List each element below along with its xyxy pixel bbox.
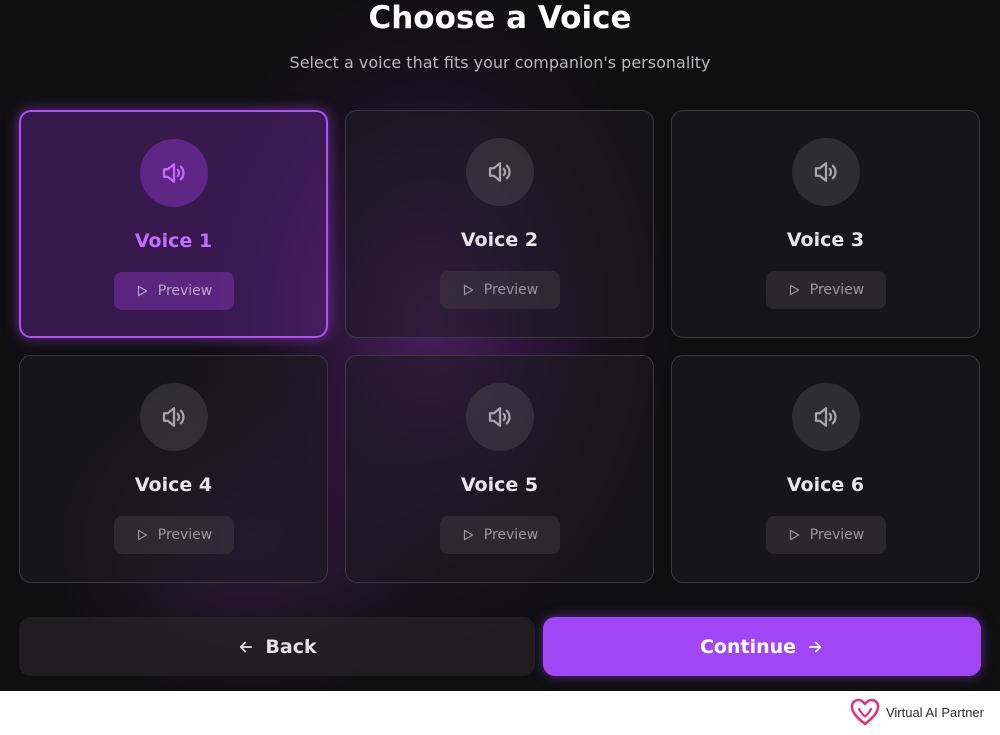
play-icon [463,284,473,296]
preview-label: Preview [157,527,213,543]
voice-card-2[interactable]: Voice 2 Preview [345,110,654,338]
preview-button[interactable]: Preview [113,516,234,554]
play-icon [137,529,147,541]
play-icon [789,284,799,296]
preview-button[interactable]: Preview [765,271,886,309]
voice-name: Voice 2 [460,229,539,251]
preview-label: Preview [483,527,539,543]
preview-button[interactable]: Preview [439,271,560,309]
play-icon [789,529,799,541]
voice-selection-screen: Choose a Voice Select a voice that fits … [0,0,1000,691]
preview-label: Preview [809,282,865,298]
voice-name: Voice 6 [786,474,865,496]
speaker-icon [139,383,208,451]
page-title: Choose a Voice [368,0,632,36]
voice-card-4[interactable]: Voice 4 Preview [19,355,328,583]
back-label: Back [265,635,317,658]
voice-card-6[interactable]: Voice 6 Preview [671,355,980,583]
preview-label: Preview [809,527,865,543]
preview-label: Preview [483,282,539,298]
preview-label: Preview [157,283,213,299]
continue-label: Continue [699,635,797,658]
back-button[interactable]: Back [19,617,535,676]
preview-button[interactable]: Preview [113,272,234,310]
voice-name: Voice 5 [460,474,539,496]
brand-name: Virtual AI Partner [885,704,984,720]
voice-card-1[interactable]: Voice 1 Preview [19,110,328,338]
arrow-left-icon [240,641,253,652]
play-icon [137,285,147,297]
preview-button[interactable]: Preview [765,516,886,554]
brand-watermark: Virtual AI Partner [850,698,984,726]
continue-button[interactable]: Continue [543,617,981,676]
preview-button[interactable]: Preview [439,516,560,554]
speaker-icon [791,383,860,451]
speaker-icon [465,138,534,206]
voice-name: Voice 4 [134,474,213,496]
voice-name: Voice 3 [786,229,865,251]
arrow-right-icon [808,641,822,652]
play-icon [463,529,473,541]
voice-name: Voice 1 [134,230,213,252]
voice-card-3[interactable]: Voice 3 Preview [671,110,980,338]
speaker-icon [465,383,534,451]
voice-card-5[interactable]: Voice 5 Preview [345,355,654,583]
speaker-icon [791,138,860,206]
voice-grid: Voice 1 Preview Voice 2 Preview Voice 3 [19,110,980,583]
heart-logo-icon [850,698,880,726]
speaker-icon [139,139,208,207]
page-subtitle: Select a voice that fits your companion'… [289,53,711,72]
